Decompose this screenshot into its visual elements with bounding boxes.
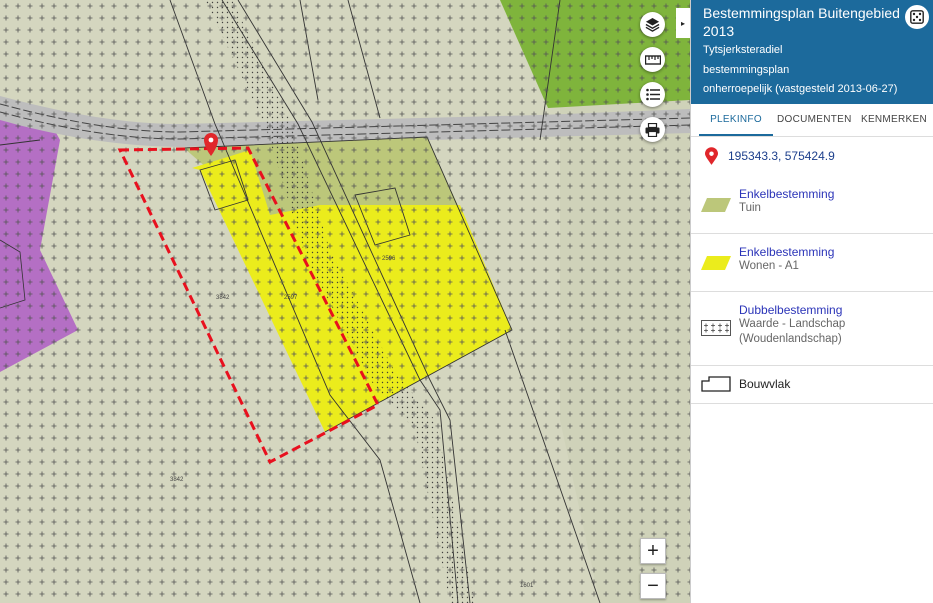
map-base-layer xyxy=(0,0,690,603)
coordinates-row: 195343.3, 575424.9 xyxy=(705,146,835,166)
bouwvlak-swatch xyxy=(701,376,731,392)
zoom-out-button[interactable]: − xyxy=(640,573,666,599)
legend-title[interactable]: Enkelbestemming xyxy=(739,245,834,259)
parcel-number: 2596 xyxy=(382,256,396,262)
parcel-number: 1601 xyxy=(520,583,534,589)
tab-plekinfo[interactable]: PLEKINFO xyxy=(699,104,773,136)
plan-type: bestemmingsplan xyxy=(703,64,790,76)
plan-title: Bestemmingsplan Buitengebied 2013 xyxy=(703,5,900,39)
legend-title: Bouwvlak xyxy=(739,377,791,391)
parcel-number: 2597 xyxy=(284,295,298,301)
printer-icon xyxy=(645,122,660,137)
legend-item-landschap: Dubbelbestemming Waarde - Landschap (Wou… xyxy=(691,292,933,366)
measure-button[interactable] xyxy=(640,47,665,72)
legend-item-wonen: Enkelbestemming Wonen - A1 xyxy=(691,234,933,292)
layers-button[interactable] xyxy=(640,12,665,37)
location-pin-icon xyxy=(705,146,718,165)
info-panel: Bestemmingsplan Buitengebied 2013 Tytsje… xyxy=(690,0,933,603)
legend-subtitle: Waarde - Landschap (Woudenlandschap) xyxy=(739,318,846,345)
dice-button[interactable] xyxy=(905,5,929,29)
tab-kenmerken[interactable]: KENMERKEN xyxy=(859,104,929,136)
zoom-in-button[interactable]: + xyxy=(640,538,666,564)
layers-icon xyxy=(645,17,660,32)
coordinates-value: 195343.3, 575424.9 xyxy=(728,149,835,163)
map-canvas[interactable]: 3842 2597 2596 3842 1601 + − ▸ xyxy=(0,0,690,603)
landschap-swatch xyxy=(701,320,731,336)
wonen-swatch xyxy=(701,256,731,270)
legend-title[interactable]: Dubbelbestemming xyxy=(739,303,842,317)
plan-header: Bestemmingsplan Buitengebied 2013 Tytsje… xyxy=(691,0,933,104)
legend-title[interactable]: Enkelbestemming xyxy=(739,187,834,201)
ruler-icon xyxy=(644,54,661,65)
legend-button[interactable] xyxy=(640,82,665,107)
print-button[interactable] xyxy=(640,117,665,142)
legend-item-bouwvlak: Bouwvlak xyxy=(691,366,933,404)
legend-item-tuin: Enkelbestemming Tuin xyxy=(691,178,933,234)
dice-icon xyxy=(910,10,924,24)
tuin-swatch xyxy=(701,198,731,212)
parcel-number: 3842 xyxy=(170,477,184,483)
legend-subtitle: Wonen - A1 xyxy=(739,260,799,272)
parcel-number: 3842 xyxy=(216,295,230,301)
plan-status: onherroepelijk (vastgesteld 2013-06-27) xyxy=(703,83,898,95)
collapse-panel-button[interactable]: ▸ xyxy=(676,8,690,38)
panel-tabs: PLEKINFO DOCUMENTEN KENMERKEN xyxy=(691,104,933,137)
list-icon xyxy=(645,88,660,101)
tab-documenten[interactable]: DOCUMENTEN xyxy=(777,104,851,136)
plan-municipality: Tytsjerksteradiel xyxy=(703,44,783,56)
legend-subtitle: Tuin xyxy=(739,202,761,214)
